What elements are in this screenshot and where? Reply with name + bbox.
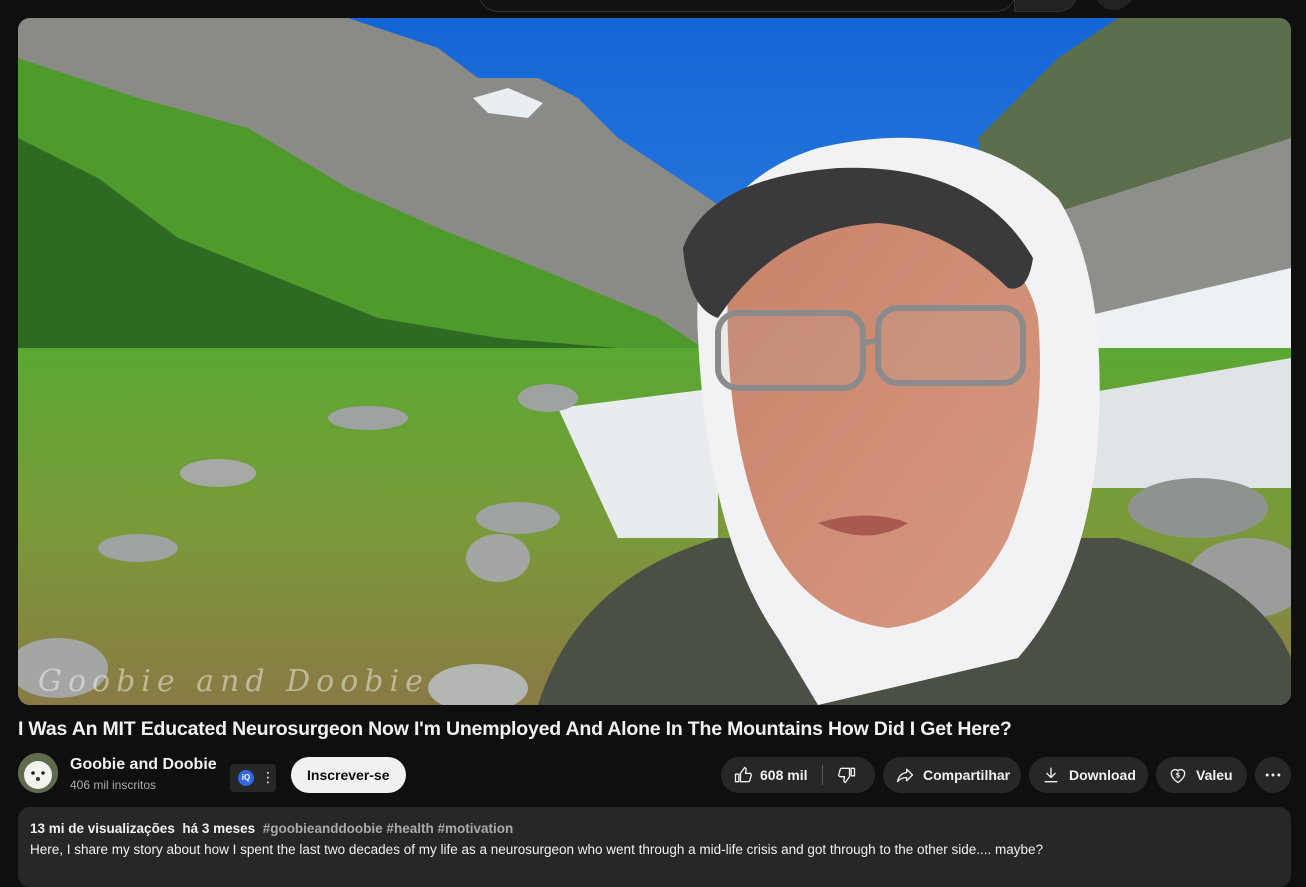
thanks-label: Valeu bbox=[1196, 767, 1233, 783]
dog-avatar-icon bbox=[18, 753, 58, 793]
view-count: 13 mi de visualizações bbox=[30, 821, 175, 836]
like-dislike-group: 608 mil bbox=[721, 757, 875, 793]
like-button[interactable]: 608 mil bbox=[721, 757, 821, 793]
thanks-button[interactable]: $ Valeu bbox=[1156, 757, 1247, 793]
description-box[interactable]: 13 mi de visualizações há 3 meses #goobi… bbox=[18, 807, 1291, 887]
svg-text:$: $ bbox=[1176, 772, 1181, 780]
heart-dollar-icon: $ bbox=[1170, 768, 1186, 784]
masthead bbox=[0, 0, 1306, 18]
share-arrow-icon bbox=[896, 768, 914, 783]
description-text: Here, I share my story about how I spent… bbox=[30, 842, 1044, 857]
search-input[interactable] bbox=[478, 0, 1016, 12]
more-horizontal-icon bbox=[1265, 773, 1281, 777]
video-watermark: Goobie and Doobie bbox=[38, 664, 429, 699]
more-vertical-icon: ⋮ bbox=[261, 769, 275, 785]
channel-name[interactable]: Goobie and Doobie bbox=[70, 756, 217, 774]
share-label: Compartilhar bbox=[923, 767, 1011, 783]
iq-extension-icon: iQ bbox=[238, 770, 254, 786]
extension-badge[interactable]: iQ ⋮ bbox=[230, 764, 276, 792]
download-button[interactable]: Download bbox=[1029, 757, 1148, 793]
download-icon bbox=[1044, 767, 1058, 783]
voice-search-button[interactable] bbox=[1094, 0, 1134, 10]
share-button[interactable]: Compartilhar bbox=[883, 757, 1021, 793]
video-frame bbox=[18, 18, 1291, 705]
hashtags[interactable]: #goobieanddoobie #health #motivation bbox=[263, 821, 514, 836]
search-button[interactable] bbox=[1014, 0, 1078, 12]
thumbs-up-icon bbox=[734, 766, 752, 783]
more-actions-button[interactable] bbox=[1255, 757, 1291, 793]
subscribe-button[interactable]: Inscrever-se bbox=[291, 757, 406, 793]
dislike-button[interactable] bbox=[823, 757, 875, 793]
video-title: I Was An MIT Educated Neurosurgeon Now I… bbox=[18, 718, 1012, 740]
subscriber-count: 406 mil inscritos bbox=[70, 778, 157, 792]
like-count: 608 mil bbox=[760, 767, 808, 783]
thumbs-down-icon bbox=[838, 767, 856, 784]
download-label: Download bbox=[1069, 767, 1136, 783]
description-meta: 13 mi de visualizações há 3 meses #goobi… bbox=[30, 821, 513, 836]
upload-date: há 3 meses bbox=[182, 821, 256, 836]
video-player[interactable]: Goobie and Doobie bbox=[18, 18, 1291, 705]
channel-avatar[interactable] bbox=[18, 753, 58, 793]
owner-row: Goobie and Doobie 406 mil inscritos iQ ⋮… bbox=[18, 753, 1291, 795]
